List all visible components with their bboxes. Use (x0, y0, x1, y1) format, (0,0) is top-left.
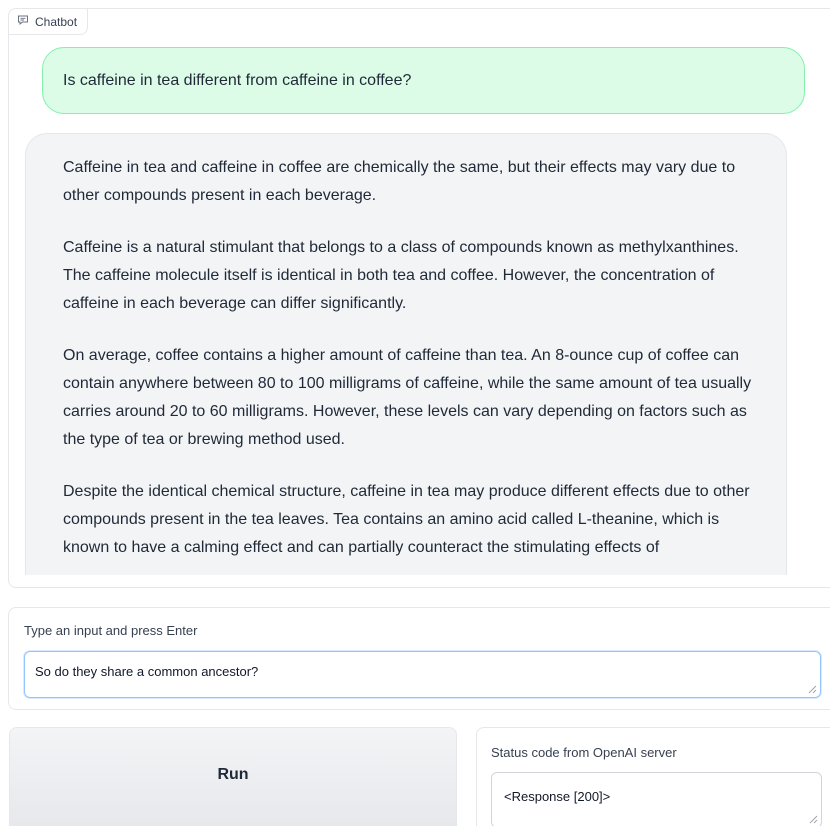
chatbot-label-text: Chatbot (35, 14, 78, 29)
bot-message: Caffeine in tea and caffeine in coffee a… (25, 133, 787, 575)
status-panel: Status code from OpenAI server <Response… (476, 727, 830, 826)
chat-bubble-icon (17, 14, 29, 29)
message-input[interactable]: So do they share a common ancestor? (24, 651, 821, 698)
chatbot-panel: Chatbot Is caffeine in tea different fro… (8, 8, 830, 588)
bot-paragraph: On average, coffee contains a higher amo… (63, 347, 752, 448)
run-button-label: Run (217, 766, 249, 783)
message-input-value: So do they share a common ancestor? (35, 664, 259, 679)
status-label: Status code from OpenAI server (491, 745, 677, 760)
bot-paragraph: Caffeine is a natural stimulant that bel… (63, 239, 739, 312)
resize-grip-icon[interactable] (807, 684, 817, 694)
status-output-value: <Response [200]> (504, 789, 611, 804)
bot-paragraph: Despite the identical chemical structure… (63, 483, 750, 556)
input-label: Type an input and press Enter (24, 623, 198, 638)
status-output[interactable]: <Response [200]> (491, 772, 822, 826)
chatbot-label: Chatbot (9, 9, 89, 35)
resize-grip-icon[interactable] (808, 814, 818, 824)
user-message: Is caffeine in tea different from caffei… (42, 47, 805, 114)
message-list: Is caffeine in tea different from caffei… (9, 41, 815, 575)
bot-paragraph: Caffeine in tea and caffeine in coffee a… (63, 159, 736, 204)
input-panel: Type an input and press Enter So do they… (8, 607, 830, 710)
user-message-text: Is caffeine in tea different from caffei… (63, 71, 412, 89)
run-button[interactable]: Run (9, 727, 457, 826)
